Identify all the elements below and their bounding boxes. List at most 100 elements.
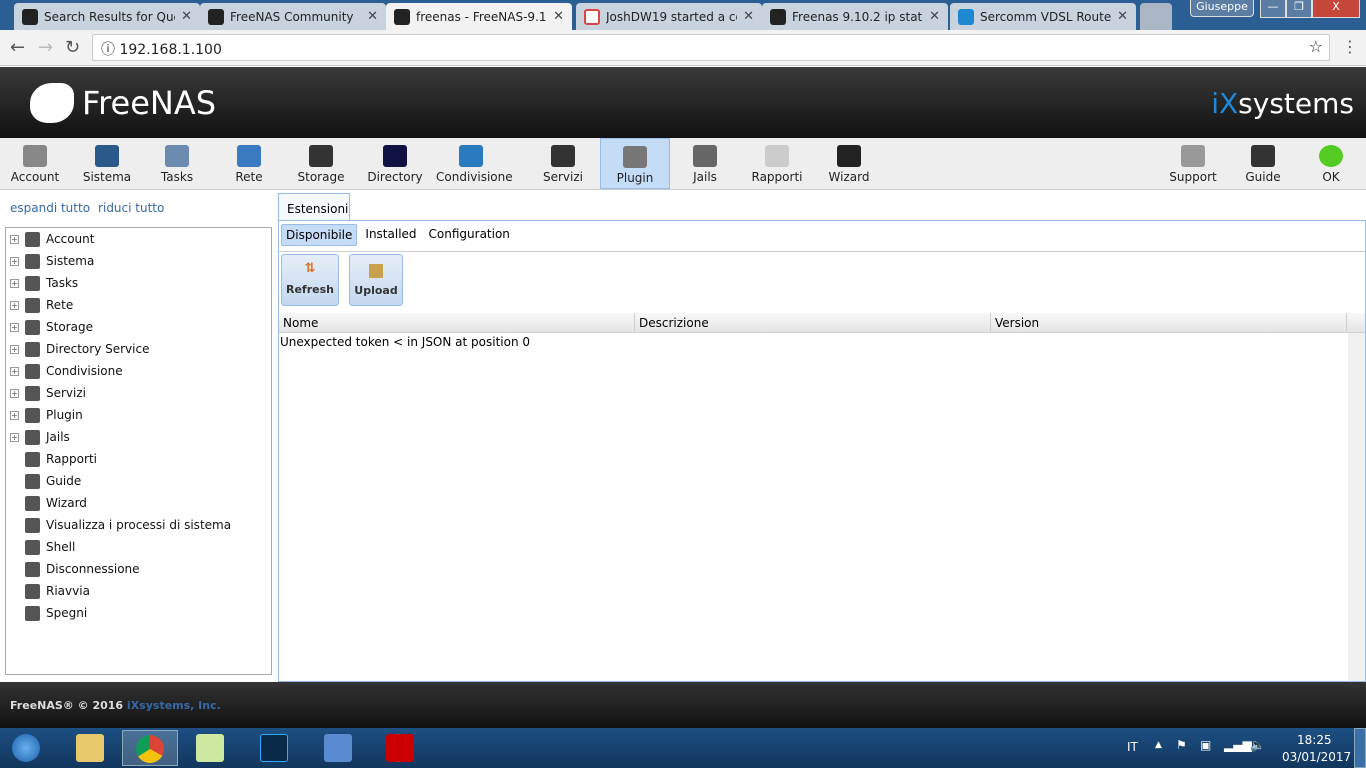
company-link[interactable]: iXsystems, Inc. (127, 699, 221, 712)
tree-item-riavvia[interactable]: Riavvia (6, 580, 271, 602)
close-window-button[interactable]: X (1312, 0, 1360, 18)
language-indicator[interactable]: IT (1127, 740, 1138, 754)
toolbar-wizard[interactable]: Wizard (814, 138, 884, 189)
vertical-scrollbar[interactable] (1348, 333, 1365, 681)
toolbar-tasks[interactable]: Tasks (142, 138, 212, 189)
toolbar-directory[interactable]: Directory (360, 138, 430, 189)
expand-icon[interactable]: + (10, 366, 19, 376)
toolbar-plugin[interactable]: Plugin (600, 138, 670, 189)
browser-tab[interactable]: JoshDW19 started a con ✕ (576, 3, 762, 30)
filezilla-taskbar-icon[interactable] (372, 730, 428, 766)
tree-item-guide[interactable]: Guide (6, 470, 271, 492)
close-tab-icon[interactable]: ✕ (367, 9, 378, 24)
maximize-button[interactable]: ❐ (1286, 0, 1312, 18)
power-icon[interactable]: ▣ (1200, 738, 1211, 752)
tree-item-account[interactable]: + Account (6, 228, 271, 250)
expand-icon[interactable]: + (10, 256, 19, 266)
rete-icon (25, 297, 40, 313)
explorer-taskbar-icon[interactable] (62, 730, 118, 766)
signal-icon[interactable]: ▂▄▆ (1224, 738, 1252, 752)
volume-icon[interactable]: 🔈 (1250, 738, 1265, 752)
tab-estensioni[interactable]: Estensioni (278, 193, 350, 220)
expand-icon[interactable]: + (10, 410, 19, 420)
expand-icon[interactable]: + (10, 322, 19, 332)
bookmark-star-icon[interactable]: ☆ (1309, 37, 1323, 56)
menu-icon[interactable]: ⋮ (1342, 37, 1358, 56)
close-tab-icon[interactable]: ✕ (1117, 9, 1128, 24)
expand-icon[interactable]: + (10, 432, 19, 442)
minimize-button[interactable]: — (1260, 0, 1286, 18)
column-header-descrizione[interactable]: Descrizione (635, 313, 991, 332)
show-hidden-icons[interactable]: ▲ (1155, 740, 1162, 750)
browser-tab[interactable]: Search Results for Query ✕ (14, 3, 200, 30)
expand-icon[interactable]: + (10, 278, 19, 288)
browser-tab[interactable]: Freenas 9.10.2 ip statico ✕ (762, 3, 948, 30)
browser-tab[interactable]: FreeNAS Community ✕ (200, 3, 386, 30)
toolbar-guide[interactable]: Guide (1228, 138, 1298, 189)
url-input[interactable]: ⓘ 192.168.1.100 ☆ (92, 34, 1330, 61)
tree-item-directory-service[interactable]: + Directory Service (6, 338, 271, 360)
close-tab-icon[interactable]: ✕ (743, 9, 754, 24)
toolbar-sistema[interactable]: Sistema (72, 138, 142, 189)
subtab-configuration[interactable]: Configuration (425, 224, 514, 246)
subtab-disponibile[interactable]: Disponibile (281, 224, 358, 246)
tree-item-rapporti[interactable]: Rapporti (6, 448, 271, 470)
expand-icon[interactable]: + (10, 344, 19, 354)
column-header-version[interactable]: Version (991, 313, 1347, 332)
tree-item-label: Guide (46, 474, 82, 488)
refresh-button[interactable]: ⇅ Refresh (281, 254, 339, 306)
show-desktop-button[interactable] (1354, 728, 1366, 768)
tree-item-disconnessione[interactable]: Disconnessione (6, 558, 271, 580)
subtab-installed[interactable]: Installed (361, 224, 420, 246)
column-header-nome[interactable]: Nome (279, 313, 635, 332)
toolbar-storage[interactable]: Storage (286, 138, 356, 189)
tree-item-plugin[interactable]: + Plugin (6, 404, 271, 426)
toolbar-rapporti[interactable]: Rapporti (742, 138, 812, 189)
expand-icon[interactable]: + (10, 300, 19, 310)
forward-icon[interactable]: → (38, 37, 53, 58)
tree-item-storage[interactable]: + Storage (6, 316, 271, 338)
toolbar-servizi[interactable]: Servizi (528, 138, 598, 189)
profile-button[interactable]: Giuseppe (1190, 0, 1254, 17)
tree-item-jails[interactable]: + Jails (6, 426, 271, 448)
tree-item-wizard[interactable]: Wizard (6, 492, 271, 514)
close-tab-icon[interactable]: ✕ (553, 9, 564, 24)
back-icon[interactable]: ← (10, 37, 25, 58)
flag-icon[interactable]: ⚑ (1176, 738, 1187, 752)
tree-item-spegni[interactable]: Spegni (6, 602, 271, 624)
notepad-taskbar-icon[interactable] (182, 730, 238, 766)
tree-item-visualizza-i-processi-di-sistema[interactable]: Visualizza i processi di sistema (6, 514, 271, 536)
toolbar-rete[interactable]: Rete (214, 138, 284, 189)
clock-time[interactable]: 18:25 (1297, 733, 1332, 747)
toolbar-ok[interactable]: OK (1296, 138, 1366, 189)
browser-tab[interactable]: Sercomm VDSL Router ✕ (950, 3, 1136, 30)
tree-item-rete[interactable]: + Rete (6, 294, 271, 316)
jails-icon (25, 429, 40, 445)
toolbar-account[interactable]: Account (0, 138, 70, 189)
tree-item-sistema[interactable]: + Sistema (6, 250, 271, 272)
toolbar-support[interactable]: Support (1158, 138, 1228, 189)
upload-button[interactable]: Upload (349, 254, 403, 306)
expand-icon[interactable]: + (10, 388, 19, 398)
collapse-all-link[interactable]: riduci tutto (98, 201, 164, 215)
browser-tab[interactable]: freenas - FreeNAS-9.10. ✕ (386, 3, 572, 30)
toolbar-condivisione[interactable]: Condivisione (436, 138, 513, 189)
close-tab-icon[interactable]: ✕ (181, 9, 192, 24)
logo-text: FreeNAS (82, 84, 217, 122)
network-app-taskbar-icon[interactable] (310, 730, 366, 766)
photoshop-taskbar-icon[interactable] (246, 730, 302, 766)
clock-date[interactable]: 03/01/2017 (1282, 750, 1351, 764)
expand-icon[interactable]: + (10, 234, 19, 244)
tree-item-tasks[interactable]: + Tasks (6, 272, 271, 294)
tree-item-shell[interactable]: Shell (6, 536, 271, 558)
favicon-icon (770, 8, 786, 25)
start-button[interactable] (0, 730, 52, 766)
reload-icon[interactable]: ↻ (65, 37, 80, 58)
toolbar-jails[interactable]: Jails (670, 138, 740, 189)
expand-all-link[interactable]: espandi tutto (10, 201, 90, 215)
tree-item-condivisione[interactable]: + Condivisione (6, 360, 271, 382)
chrome-taskbar-icon[interactable] (122, 730, 178, 766)
close-tab-icon[interactable]: ✕ (929, 9, 940, 24)
tree-item-servizi[interactable]: + Servizi (6, 382, 271, 404)
new-tab-button[interactable] (1140, 3, 1172, 30)
